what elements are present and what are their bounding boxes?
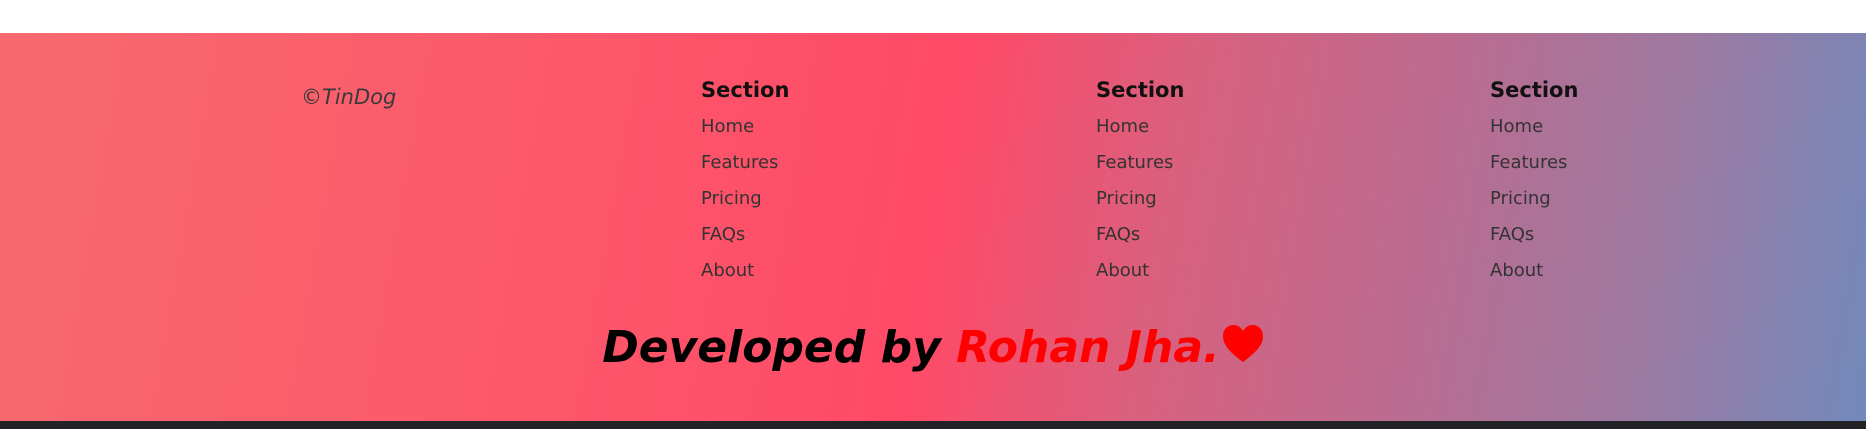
footer-link-faqs[interactable]: FAQs bbox=[1490, 224, 1534, 245]
heart-icon bbox=[1222, 320, 1264, 362]
footer-link-item: Home bbox=[1490, 109, 1790, 145]
footer-link-item: Pricing bbox=[1490, 181, 1790, 217]
footer-link-item: About bbox=[1096, 253, 1396, 289]
footer-link-item: Home bbox=[1096, 109, 1396, 145]
footer-link-features[interactable]: Features bbox=[1096, 152, 1173, 173]
site-footer: ©TinDog Section Home Features Pricing FA… bbox=[0, 33, 1866, 421]
footer-link-item: Features bbox=[1096, 145, 1396, 181]
footer-link-home[interactable]: Home bbox=[1096, 116, 1149, 137]
footer-link-item: Home bbox=[701, 109, 1001, 145]
footer-column-title: Section bbox=[701, 78, 790, 102]
footer-link-faqs[interactable]: FAQs bbox=[701, 224, 745, 245]
footer-column-title: Section bbox=[1096, 78, 1185, 102]
footer-link-faqs[interactable]: FAQs bbox=[1096, 224, 1140, 245]
footer-link-item: Pricing bbox=[1096, 181, 1396, 217]
footer-column-3: Section Home Features Pricing FAQs About bbox=[1490, 71, 1790, 289]
footer-link-pricing[interactable]: Pricing bbox=[701, 188, 762, 209]
footer-link-features[interactable]: Features bbox=[1490, 152, 1567, 173]
footer-link-item: Pricing bbox=[701, 181, 1001, 217]
footer-link-list: Home Features Pricing FAQs About bbox=[1096, 109, 1396, 289]
footer-link-item: FAQs bbox=[1096, 217, 1396, 253]
footer-column-2: Section Home Features Pricing FAQs About bbox=[1096, 71, 1396, 289]
footer-link-list: Home Features Pricing FAQs About bbox=[1490, 109, 1790, 289]
footer-column-title: Section bbox=[1490, 78, 1579, 102]
footer-column-1: Section Home Features Pricing FAQs About bbox=[701, 71, 1001, 289]
footer-link-about[interactable]: About bbox=[1490, 260, 1543, 281]
footer-link-item: FAQs bbox=[1490, 217, 1790, 253]
developer-credit-prefix: Developed by bbox=[602, 322, 957, 373]
footer-link-home[interactable]: Home bbox=[701, 116, 754, 137]
developer-credit: Developed by Rohan Jha. bbox=[0, 318, 1866, 378]
footer-link-about[interactable]: About bbox=[701, 260, 754, 281]
footer-link-home[interactable]: Home bbox=[1490, 116, 1543, 137]
footer-link-features[interactable]: Features bbox=[701, 152, 778, 173]
footer-link-item: Features bbox=[701, 145, 1001, 181]
footer-link-item: About bbox=[701, 253, 1001, 289]
footer-link-list: Home Features Pricing FAQs About bbox=[701, 109, 1001, 289]
footer-link-item: FAQs bbox=[701, 217, 1001, 253]
developer-name: Rohan Jha. bbox=[956, 322, 1220, 373]
page-top-strip bbox=[0, 0, 1866, 33]
copyright-text: ©TinDog bbox=[301, 85, 397, 109]
footer-link-item: About bbox=[1490, 253, 1790, 289]
footer-link-item: Features bbox=[1490, 145, 1790, 181]
footer-link-pricing[interactable]: Pricing bbox=[1096, 188, 1157, 209]
footer-link-about[interactable]: About bbox=[1096, 260, 1149, 281]
footer-link-pricing[interactable]: Pricing bbox=[1490, 188, 1551, 209]
bottom-dark-bar bbox=[0, 421, 1866, 429]
